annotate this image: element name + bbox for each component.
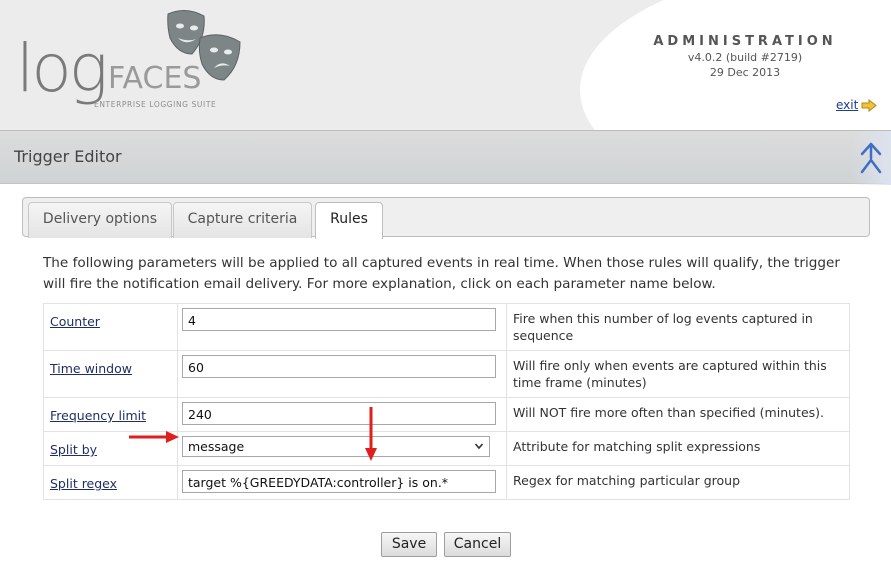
version-label: v4.0.2 (build #2719) <box>687 51 803 64</box>
save-button[interactable]: Save <box>381 532 437 557</box>
split-by-link[interactable]: Split by <box>50 442 97 457</box>
split-by-description: Attribute for matching split expressions <box>506 431 850 466</box>
tab-delivery-options[interactable]: Delivery options <box>28 202 172 238</box>
build-date: 29 Dec 2013 <box>709 66 781 79</box>
chevron-down-icon <box>474 443 484 450</box>
split-by-select[interactable]: message <box>182 436 490 457</box>
tab-capture-criteria[interactable]: Capture criteria <box>173 202 312 238</box>
frequency-limit-input[interactable]: 240 <box>182 402 496 425</box>
frequency-limit-description: Will NOT fire more often than specified … <box>506 397 850 432</box>
split-by-selected-value: message <box>188 439 245 454</box>
exit-arrow-icon[interactable] <box>861 98 878 112</box>
rules-table: Counter 4 Fire when this number of log e… <box>43 303 850 500</box>
rule-row-counter: Counter 4 Fire when this number of log e… <box>43 303 850 351</box>
split-regex-description: Regex for matching particular group <box>506 465 850 500</box>
time-window-description: Will fire only when events are captured … <box>506 350 850 398</box>
split-regex-link[interactable]: Split regex <box>50 476 117 491</box>
exit-control[interactable]: exit <box>836 98 878 112</box>
rule-row-time-window: Time window 60 Will fire only when event… <box>43 350 850 398</box>
collapse-chevron-icon[interactable] <box>859 140 883 176</box>
tab-rules[interactable]: Rules <box>315 202 383 239</box>
time-window-input[interactable]: 60 <box>182 355 496 378</box>
page-title: Trigger Editor <box>14 147 122 166</box>
annotation-arrow-down-icon <box>365 407 377 461</box>
rules-intro-text: The following parameters will be applied… <box>43 255 840 292</box>
frequency-limit-link[interactable]: Frequency limit <box>50 408 146 423</box>
counter-link[interactable]: Counter <box>50 314 100 329</box>
collapse-button[interactable] <box>851 131 891 185</box>
cancel-button[interactable]: Cancel <box>444 532 511 557</box>
rule-row-frequency-limit: Frequency limit 240 Will NOT fire more o… <box>43 397 850 432</box>
title-bar: Trigger Editor <box>0 130 891 185</box>
rule-row-split-regex: Split regex target %{GREEDYDATA:controll… <box>43 465 850 500</box>
counter-description: Fire when this number of log events capt… <box>506 303 850 351</box>
time-window-link[interactable]: Time window <box>50 361 132 376</box>
admin-title: ADMINISTRATION <box>653 34 837 49</box>
counter-input[interactable]: 4 <box>182 308 496 331</box>
logfaces-logo: log FACES ENTERPRISE LOGGING SUITE <box>14 6 254 124</box>
tab-strip: Delivery options Capture criteria Rules <box>22 197 870 239</box>
logo-faces-text: FACES <box>108 61 202 96</box>
annotation-arrow-right-icon <box>129 431 179 443</box>
logo-tagline: ENTERPRISE LOGGING SUITE <box>94 100 217 109</box>
admin-info: ADMINISTRATION v4.0.2 (build #2719) 29 D… <box>650 34 840 79</box>
app-header: log FACES ENTERPRISE LOGGING SUITE ADMIN… <box>0 0 891 130</box>
exit-link[interactable]: exit <box>836 98 858 112</box>
split-regex-input[interactable]: target %{GREEDYDATA:controller} is on.* <box>182 470 496 493</box>
logo-log-text: log <box>16 30 108 107</box>
